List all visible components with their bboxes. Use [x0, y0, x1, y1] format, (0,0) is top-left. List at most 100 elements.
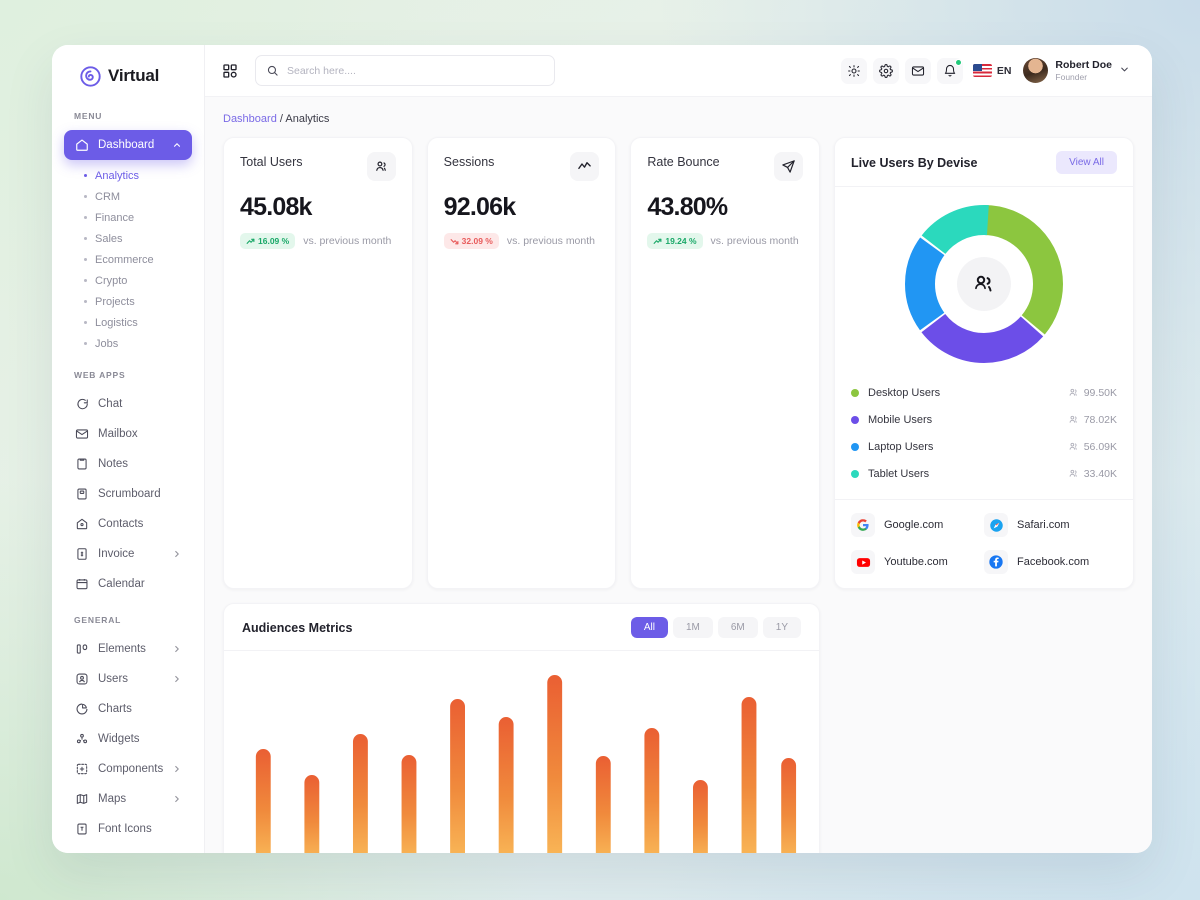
site-item-youtube[interactable]: Youtube.com: [851, 550, 984, 574]
sidebar-subitem-jobs[interactable]: Jobs: [64, 333, 192, 354]
sidebar-subitem-ecommerce[interactable]: Ecommerce: [64, 249, 192, 270]
user-profile[interactable]: Robert Doe Founder: [1023, 58, 1130, 83]
range-1y[interactable]: 1Y: [762, 617, 801, 638]
gear-icon[interactable]: [872, 57, 899, 84]
site-item-google[interactable]: Google.com: [851, 513, 984, 537]
sidebar-subitem-finance[interactable]: Finance: [64, 207, 192, 228]
brand-logo[interactable]: Virtual: [52, 45, 204, 93]
sidebar-subitem-crm[interactable]: CRM: [64, 186, 192, 207]
site-name: Safari.com: [1017, 519, 1070, 531]
invoice-icon: [74, 547, 89, 562]
sidebar-subitem-analytics[interactable]: Analytics: [64, 165, 192, 186]
sidebar-item-contacts[interactable]: Contacts: [64, 509, 192, 539]
sidebar-item-maps[interactable]: Maps: [64, 784, 192, 814]
sidebar-item-widgets[interactable]: Widgets: [64, 724, 192, 754]
sidebar-section-general: GENERAL: [74, 615, 122, 625]
language-selector[interactable]: EN: [972, 64, 1011, 77]
sidebar-item-users[interactable]: Users: [64, 664, 192, 694]
breadcrumb-current: Analytics: [285, 113, 330, 125]
legend-count: 56.09K: [1083, 440, 1117, 453]
legend-row: Desktop Users 99.50K: [851, 379, 1117, 406]
users-group-icon: [1069, 442, 1077, 450]
sidebar-item-font-icons[interactable]: Font Icons: [64, 814, 192, 844]
sidebar-subitem-projects[interactable]: Projects: [64, 291, 192, 312]
kpi-value: 45.08k: [240, 193, 312, 221]
sidebar-item-elements[interactable]: Elements: [64, 634, 192, 664]
sidebar-subitem-label: Ecommerce: [95, 253, 154, 266]
components-icon: [74, 762, 89, 777]
sidebar-subitem-sales[interactable]: Sales: [64, 228, 192, 249]
audiences-header: Audiences Metrics All 1M 6M 1Y: [224, 604, 819, 651]
send-icon: [774, 152, 804, 181]
users-group-icon: [1069, 415, 1077, 423]
sidebar-item-label: Elements: [98, 643, 146, 655]
sidebar-item-label: Calendar: [98, 578, 145, 590]
chevron-right-icon: [172, 644, 182, 654]
site-item-facebook[interactable]: Facebook.com: [984, 550, 1117, 574]
sidebar-subitem-label: Jobs: [95, 337, 119, 350]
sidebar-item-scrumboard[interactable]: Scrumboard: [64, 479, 192, 509]
sidebar-subitem-label: Projects: [95, 295, 135, 308]
legend-count: 78.02K: [1083, 413, 1117, 426]
legend-color-dot: [851, 388, 859, 397]
kpi-card-sessions: Sessions 92.06k 32.09 % vs. previous mon…: [426, 137, 617, 589]
donut-center-disc: [957, 257, 1011, 311]
site-item-safari[interactable]: Safari.com: [984, 513, 1117, 537]
kpi-footer: 32.09 % vs. previous month: [443, 233, 600, 249]
search-input[interactable]: [255, 55, 555, 86]
kpi-value: 43.80%: [647, 193, 728, 221]
top-row: Total Users 45.08k 16.09 % vs. previous …: [223, 137, 1134, 589]
virtual-logo-icon: [80, 65, 101, 87]
calendar-icon: [74, 577, 89, 592]
sidebar-item-charts[interactable]: Charts: [64, 694, 192, 724]
sidebar-subitem-label: CRM: [95, 190, 121, 203]
brand-name: Virtual: [108, 66, 160, 85]
legend-row: Laptop Users 56.09K: [851, 433, 1117, 460]
sidebar-item-dashboard[interactable]: Dashboard: [64, 130, 192, 160]
sidebar-item-mailbox[interactable]: Mailbox: [64, 419, 192, 449]
bullet-icon: [84, 279, 87, 282]
user-meta: Robert Doe Founder: [1055, 59, 1112, 83]
sidebar-item-label: Font Icons: [98, 823, 152, 835]
avatar: [1023, 58, 1049, 83]
sidebar-item-calendar[interactable]: Calendar: [64, 569, 192, 599]
legend-row: Mobile Users 78.02K: [851, 406, 1117, 433]
sidebar-item-chat[interactable]: Chat: [64, 389, 192, 419]
range-all[interactable]: All: [630, 617, 668, 638]
sun-icon[interactable]: [840, 57, 867, 84]
site-name: Youtube.com: [884, 556, 948, 568]
range-6m[interactable]: 6M: [717, 617, 758, 638]
bar-2015: [644, 728, 660, 853]
sidebar-item-label: Users: [98, 673, 129, 685]
sidebar-item-label: Contacts: [98, 518, 144, 530]
sidebar-subitem-logistics[interactable]: Logistics: [64, 312, 192, 333]
kpi-delta-badge: 32.09 %: [443, 233, 499, 249]
breadcrumb-root[interactable]: Dashboard: [223, 113, 277, 125]
bar-2007: [255, 749, 271, 853]
live-users-card: Live Users By Devise View All Desktop Us…: [834, 137, 1134, 589]
sidebar-subitem-label: Sales: [95, 232, 123, 245]
sidebar-item-invoice[interactable]: Invoice: [64, 539, 192, 569]
sidebar-item-label: Charts: [98, 703, 132, 715]
bell-icon[interactable]: [936, 57, 963, 84]
content-area: Dashboard / Analytics Total Users 45.08k…: [205, 97, 1152, 853]
range-1m[interactable]: 1M: [672, 617, 713, 638]
bar-2008: [304, 775, 320, 853]
facebook-icon: [984, 550, 1008, 574]
legend-value: 56.09K: [1068, 441, 1117, 453]
site-name: Google.com: [884, 519, 944, 531]
sidebar-item-notes[interactable]: Notes: [64, 449, 192, 479]
sidebar-item-label: Invoice: [98, 548, 135, 560]
sidebar-subitem-crypto[interactable]: Crypto: [64, 270, 192, 291]
envelope-icon[interactable]: [904, 57, 931, 84]
legend-label: Mobile Users: [868, 413, 933, 426]
live-users-view-all-button[interactable]: View All: [1056, 151, 1117, 174]
grid-icon[interactable]: [219, 60, 241, 82]
sidebar-section-web-apps: WEB APPS: [74, 370, 126, 380]
legend-value: 78.02K: [1068, 414, 1117, 426]
search-icon: [267, 65, 278, 76]
sidebar-item-components[interactable]: Components: [64, 754, 192, 784]
bullet-icon: [84, 321, 87, 324]
scrumboard-icon: [74, 487, 89, 502]
audiences-row: Audiences Metrics All 1M 6M 1Y: [223, 603, 1134, 853]
